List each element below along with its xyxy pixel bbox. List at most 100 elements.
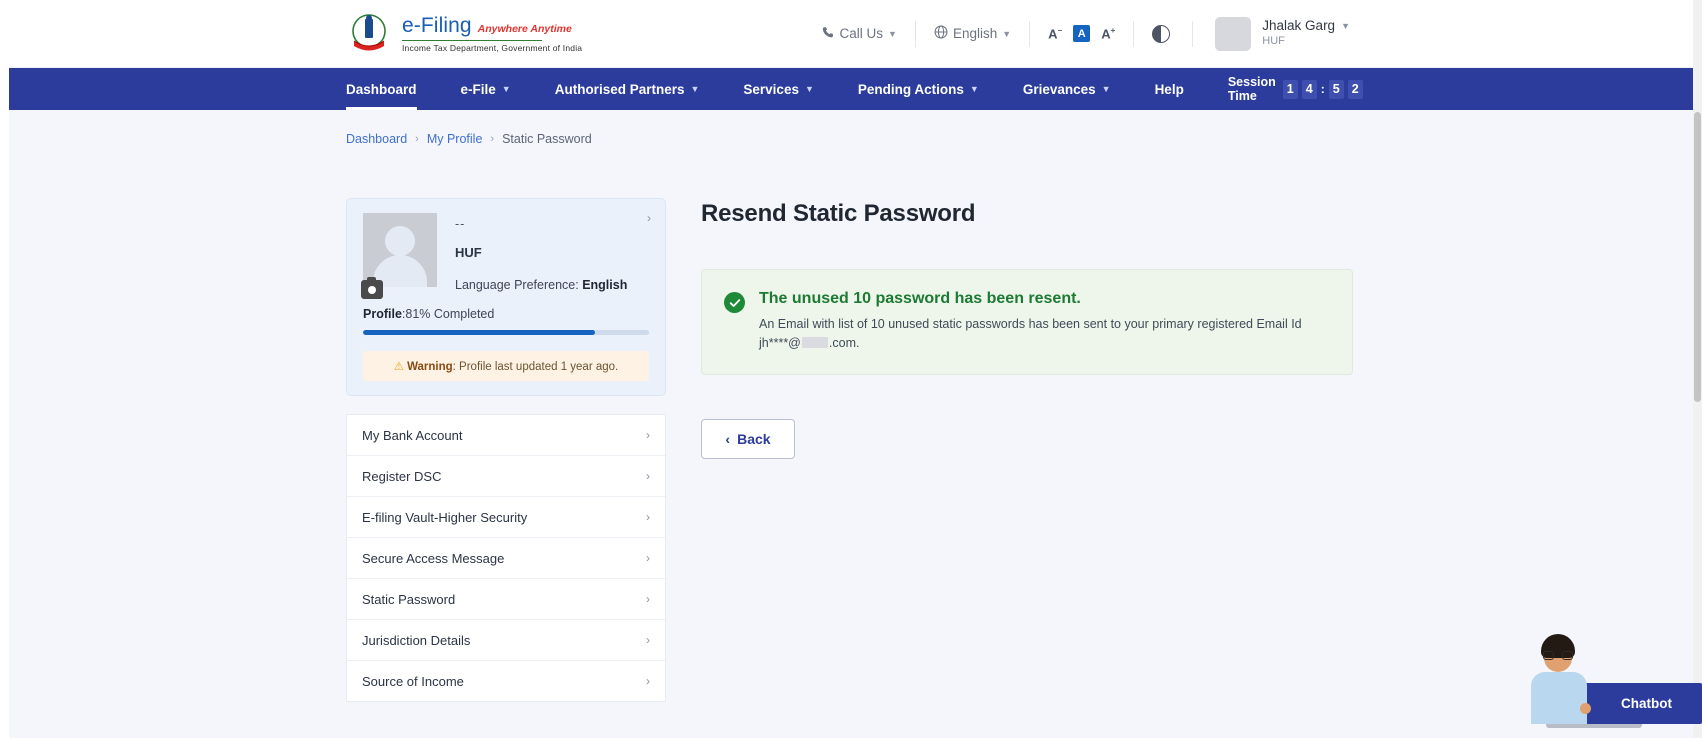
sidebar-item-jurisdiction-details[interactable]: Jurisdiction Details › <box>347 619 665 660</box>
brand-divider <box>402 40 542 41</box>
chevron-down-icon: ▼ <box>969 84 979 94</box>
session-digits: 1 4 : 5 2 <box>1282 79 1363 99</box>
profile-card-chevron-icon[interactable]: › <box>647 211 651 225</box>
header-actions: Call Us ▼ English ▼ A− A A+ Jhalak Garg … <box>822 16 1350 51</box>
nav-label: Grievances <box>1022 81 1096 97</box>
profile-card[interactable]: › -- HUF Language Preference: English Pr… <box>346 198 666 396</box>
divider <box>1133 20 1135 47</box>
alert-title: The unused 10 password has been resent. <box>759 290 1081 307</box>
nav-label: Dashboard <box>346 81 417 97</box>
user-meta: Jhalak Garg ▼ HUF <box>1262 18 1350 49</box>
nav-label: Authorised Partners <box>554 81 685 97</box>
chevron-right-icon: › <box>646 510 650 524</box>
nav-item-authorised-partners[interactable]: Authorised Partners ▼ <box>555 68 700 110</box>
camera-icon[interactable] <box>361 277 383 299</box>
brand-tagline: Anywhere Anytime <box>477 23 572 35</box>
nav-item-grievances[interactable]: Grievances ▼ <box>1023 68 1111 110</box>
top-header: e-Filing Anywhere Anytime Income Tax Dep… <box>0 0 1702 68</box>
breadcrumb-separator: › <box>490 133 495 145</box>
user-type: HUF <box>1262 35 1285 48</box>
breadcrumb-separator: › <box>415 133 419 145</box>
right-column: Resend Static Password The unused 10 pas… <box>701 198 1702 702</box>
session-digit: 5 <box>1328 79 1344 99</box>
font-size-decrease-button[interactable]: A− <box>1048 26 1062 41</box>
nav-item-help[interactable]: Help <box>1155 68 1184 110</box>
chevron-right-icon: › <box>646 674 650 688</box>
breadcrumb-dashboard[interactable]: Dashboard <box>346 132 407 146</box>
chevron-down-icon: ▼ <box>690 84 700 94</box>
breadcrumb-current: Static Password <box>502 132 592 146</box>
chevron-down-icon: ▼ <box>804 84 814 94</box>
globe-icon <box>934 25 948 42</box>
profile-menu-list: My Bank Account › Register DSC › E-filin… <box>346 414 666 702</box>
sidebar-item-label: Secure Access Message <box>362 550 505 566</box>
chatbot-button[interactable]: Chatbot <box>1577 683 1702 724</box>
session-digit: 2 <box>1347 79 1363 99</box>
profile-progress-bar <box>363 330 649 335</box>
session-digit: 1 <box>1282 79 1298 99</box>
scrollbar-thumb[interactable] <box>1694 112 1701 402</box>
nav-item-services[interactable]: Services ▼ <box>743 68 813 110</box>
main-navigation: Dashboard e-File ▼ Authorised Partners ▼… <box>0 68 1702 110</box>
font-size-increase-button[interactable]: A+ <box>1101 26 1115 41</box>
nav-label: Help <box>1154 81 1184 97</box>
chevron-right-icon: › <box>646 428 650 442</box>
user-name: Jhalak Garg <box>1262 18 1336 34</box>
nav-label: Pending Actions <box>857 81 964 97</box>
nav-label: Services <box>743 81 799 97</box>
profile-progress-text: :81% Completed <box>401 307 495 321</box>
chevron-right-icon: › <box>646 551 650 565</box>
sidebar-item-label: Register DSC <box>362 468 442 484</box>
redacted-email-domain <box>801 337 828 349</box>
sidebar-item-register-dsc[interactable]: Register DSC › <box>347 455 665 496</box>
sidebar-item-label: My Bank Account <box>362 427 463 443</box>
session-timer: Session Time 1 4 : 5 2 <box>1228 75 1363 103</box>
profile-top: -- HUF Language Preference: English <box>361 213 649 299</box>
profile-info: -- HUF Language Preference: English <box>455 213 627 292</box>
profile-warning: ⚠ Warning: Profile last updated 1 year ag… <box>363 351 649 381</box>
chevron-down-icon: ▼ <box>1101 84 1111 94</box>
profile-name: -- <box>455 217 466 231</box>
user-avatar-icon <box>363 213 437 287</box>
chevron-right-icon: › <box>646 469 650 483</box>
breadcrumb: Dashboard › My Profile › Static Password <box>346 132 1702 146</box>
breadcrumb-my-profile[interactable]: My Profile <box>427 132 483 146</box>
chatbot-widget[interactable]: Chatbot <box>1527 628 1702 728</box>
nav-label: e-File <box>460 81 496 97</box>
content-area: › -- HUF Language Preference: English Pr… <box>346 198 1702 702</box>
brand-logo[interactable]: e-Filing Anywhere Anytime Income Tax Dep… <box>346 11 582 57</box>
profile-progress-prefix: Profile <box>363 307 402 321</box>
divider <box>1192 20 1194 47</box>
font-size-default-button[interactable]: A <box>1073 25 1091 42</box>
language-selector[interactable]: English ▼ <box>934 25 1011 42</box>
language-label: English <box>952 26 998 41</box>
nav-item-dashboard[interactable]: Dashboard <box>346 68 417 110</box>
call-us-button[interactable]: Call Us ▼ <box>822 26 897 42</box>
brand-text: e-Filing Anywhere Anytime Income Tax Dep… <box>402 14 582 53</box>
call-us-label: Call Us <box>839 26 884 41</box>
back-button-label: Back <box>737 430 771 447</box>
language-preference-value: English <box>582 278 628 292</box>
divider <box>914 20 916 47</box>
chevron-down-icon: ▼ <box>888 28 897 39</box>
sidebar-item-efiling-vault[interactable]: E-filing Vault-Higher Security › <box>347 496 665 537</box>
sidebar-item-label: Jurisdiction Details <box>362 632 471 648</box>
sidebar-item-secure-access-message[interactable]: Secure Access Message › <box>347 537 665 578</box>
nav-items: Dashboard e-File ▼ Authorised Partners ▼… <box>346 68 1228 110</box>
phone-icon <box>822 26 835 42</box>
brand-title: e-Filing <box>402 14 472 37</box>
contrast-icon[interactable] <box>1152 24 1171 43</box>
user-menu[interactable]: Jhalak Garg ▼ HUF <box>1215 16 1350 51</box>
sidebar-item-source-of-income[interactable]: Source of Income › <box>347 660 665 701</box>
nav-item-pending-actions[interactable]: Pending Actions ▼ <box>858 68 979 110</box>
alert-body: An Email with list of 10 unused static p… <box>759 315 1319 354</box>
chatbot-avatar-icon <box>1527 628 1591 724</box>
sidebar-item-my-bank-account[interactable]: My Bank Account › <box>347 414 665 455</box>
back-button[interactable]: ‹ Back <box>701 418 795 459</box>
sidebar-item-label: Static Password <box>362 591 456 607</box>
vertical-scrollbar[interactable] <box>1693 0 1702 738</box>
sidebar-item-static-password[interactable]: Static Password › <box>347 578 665 619</box>
language-preference: Language Preference: English <box>455 278 627 292</box>
warning-triangle-icon: ⚠ <box>393 361 405 373</box>
nav-item-efile[interactable]: e-File ▼ <box>461 68 511 110</box>
